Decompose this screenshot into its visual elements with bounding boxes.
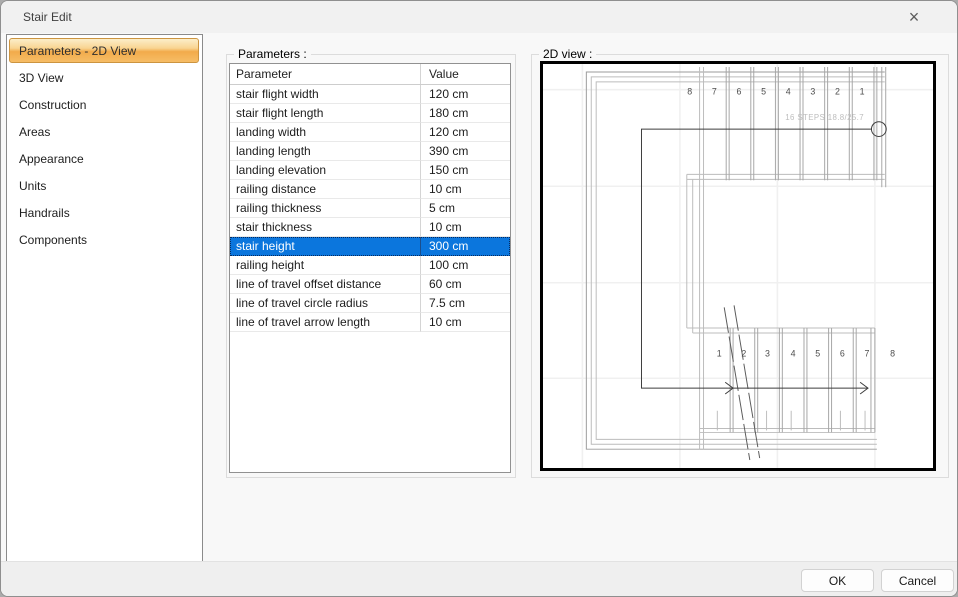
sidebar-item-3d-view[interactable]: 3D View [10, 64, 199, 91]
step-number: 6 [737, 87, 742, 97]
step-number: 2 [835, 87, 840, 97]
footer-bar: OK Cancel [1, 561, 957, 596]
sidebar-item-parameters-2d-view[interactable]: Parameters - 2D View [9, 38, 199, 63]
table-row[interactable]: stair thickness10 cm [230, 218, 510, 237]
parameter-cell: landing length [230, 142, 420, 161]
step-number: 5 [761, 87, 766, 97]
parameter-cell: landing width [230, 123, 420, 142]
value-cell: 300 cm [420, 237, 510, 256]
table-row[interactable]: railing thickness5 cm [230, 199, 510, 218]
step-number: 4 [791, 349, 796, 359]
step-numbers: 8 7 6 5 4 3 2 1 1 2 3 4 5 6 7 8 [687, 87, 895, 359]
step-number: 4 [786, 87, 791, 97]
close-icon[interactable]: × [901, 5, 927, 29]
parameter-cell: stair height [230, 237, 420, 256]
column-header-parameter[interactable]: Parameter [230, 64, 420, 84]
parameters-group-label: Parameters : [234, 47, 311, 61]
parameters-table[interactable]: Parameter Value stair flight width120 cm… [229, 63, 511, 473]
step-number: 6 [840, 349, 845, 359]
sidebar-item-appearance[interactable]: Appearance [10, 145, 199, 172]
cancel-button[interactable]: Cancel [881, 569, 954, 592]
sidebar-item-construction[interactable]: Construction [10, 91, 199, 118]
value-cell: 10 cm [420, 218, 510, 237]
window-title: Stair Edit [23, 1, 72, 33]
column-header-value[interactable]: Value [420, 64, 510, 84]
value-cell: 120 cm [420, 85, 510, 104]
parameter-cell: railing height [230, 256, 420, 275]
steps-annotation: 16 STEPS 18.8/25.7 [785, 113, 864, 122]
table-row[interactable]: landing elevation150 cm [230, 161, 510, 180]
parameters-group: Parameters : Parameter Value stair fligh… [226, 54, 516, 478]
sidebar: Parameters - 2D View3D ViewConstructionA… [6, 34, 203, 562]
value-cell: 7.5 cm [420, 294, 510, 313]
value-cell: 5 cm [420, 199, 510, 218]
parameter-cell: railing distance [230, 180, 420, 199]
stair-edit-dialog: Stair Edit × Parameters - 2D View3D View… [0, 0, 958, 597]
ok-button[interactable]: OK [801, 569, 874, 592]
step-number: 7 [712, 87, 717, 97]
view-2d-group-label: 2D view : [539, 47, 596, 61]
value-cell: 10 cm [420, 313, 510, 332]
value-cell: 60 cm [420, 275, 510, 294]
parameter-cell: landing elevation [230, 161, 420, 180]
sidebar-item-areas[interactable]: Areas [10, 118, 199, 145]
value-cell: 390 cm [420, 142, 510, 161]
table-row[interactable]: railing height100 cm [230, 256, 510, 275]
table-row[interactable]: stair height300 cm [230, 237, 510, 256]
table-row[interactable]: line of travel circle radius7.5 cm [230, 294, 510, 313]
table-row[interactable]: line of travel offset distance60 cm [230, 275, 510, 294]
table-row[interactable]: railing distance10 cm [230, 180, 510, 199]
step-number: 7 [865, 349, 870, 359]
sidebar-item-handrails[interactable]: Handrails [10, 199, 199, 226]
step-number: 5 [815, 349, 820, 359]
parameter-cell: stair flight length [230, 104, 420, 123]
parameters-rows: stair flight width120 cmstair flight len… [230, 85, 510, 332]
step-number: 3 [810, 87, 815, 97]
table-row[interactable]: line of travel arrow length10 cm [230, 313, 510, 332]
step-number: 2 [741, 349, 746, 359]
table-header: Parameter Value [230, 64, 510, 85]
view-2d-group: 2D view : [531, 54, 949, 478]
parameter-cell: line of travel circle radius [230, 294, 420, 313]
value-cell: 10 cm [420, 180, 510, 199]
parameter-cell: line of travel offset distance [230, 275, 420, 294]
parameter-cell: line of travel arrow length [230, 313, 420, 332]
value-cell: 180 cm [420, 104, 510, 123]
step-number: 3 [765, 349, 770, 359]
step-number: 8 [687, 87, 692, 97]
stair-plan-canvas[interactable]: 16 STEPS 18.8/25.7 8 7 6 5 4 3 2 1 1 2 3 4 5 6 7 8 [540, 61, 936, 471]
step-number: 8 [890, 349, 895, 359]
table-row[interactable]: stair flight length180 cm [230, 104, 510, 123]
stair-walls [586, 67, 884, 449]
value-cell: 150 cm [420, 161, 510, 180]
table-row[interactable]: landing width120 cm [230, 123, 510, 142]
step-number: 1 [860, 87, 865, 97]
titlebar[interactable]: Stair Edit × [1, 1, 957, 33]
parameter-cell: stair flight width [230, 85, 420, 104]
parameter-cell: stair thickness [230, 218, 420, 237]
value-cell: 100 cm [420, 256, 510, 275]
sidebar-item-units[interactable]: Units [10, 172, 199, 199]
table-row[interactable]: landing length390 cm [230, 142, 510, 161]
sidebar-item-components[interactable]: Components [10, 226, 199, 253]
parameter-cell: railing thickness [230, 199, 420, 218]
value-cell: 120 cm [420, 123, 510, 142]
step-number: 1 [717, 349, 722, 359]
table-row[interactable]: stair flight width120 cm [230, 85, 510, 104]
